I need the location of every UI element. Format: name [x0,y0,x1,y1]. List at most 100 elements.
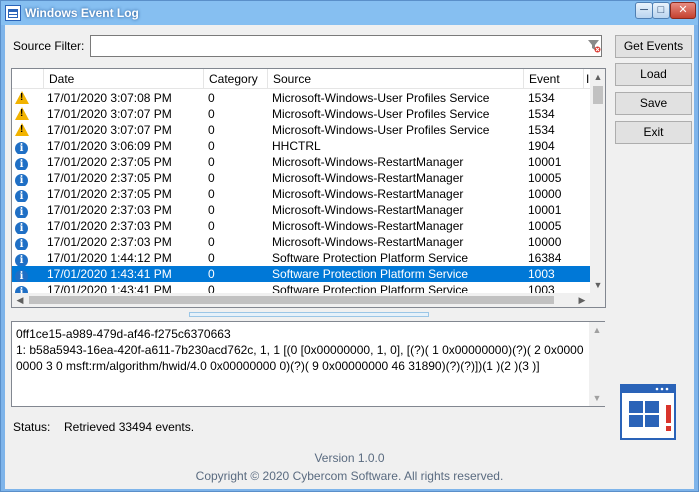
row-date: 17/01/2020 2:37:03 PM [47,203,172,217]
table-row[interactable]: i 17/01/2020 2:37:05 PM 0 Microsoft-Windows… [12,154,590,170]
row-category: 0 [208,235,215,249]
info-icon: i [15,234,29,250]
row-source: Microsoft-Windows-User Profiles Service [272,107,490,121]
row-source: Microsoft-Windows-RestartManager [272,155,464,169]
row-event: 1003 [528,267,555,281]
row-category: 0 [208,219,215,233]
row-category: 0 [208,155,215,169]
horizontal-scroll-thumb[interactable] [29,296,554,304]
minimize-button[interactable]: ─ [635,2,653,19]
info-icon: i [15,218,29,234]
table-row[interactable]: i 17/01/2020 2:37:05 PM 0 Microsoft-Windows… [12,170,590,186]
app-window: Windows Event Log ─ □ ✕ Source Filter: G… [0,0,699,492]
splitter-handle[interactable] [189,312,429,317]
source-filter-input[interactable] [90,35,602,57]
row-date: 17/01/2020 3:07:07 PM [47,123,172,137]
scroll-right-arrow-icon[interactable]: ▶ [574,293,590,307]
table-row[interactable]: i 17/01/2020 1:43:41 PM 0 Software Protecti… [12,266,590,282]
detail-scroll-up-arrow-icon[interactable]: ▲ [589,322,605,338]
table-row[interactable]: i 17/01/2020 2:37:05 PM 0 Microsoft-Windows… [12,186,590,202]
vertical-scroll-thumb[interactable] [593,86,603,104]
info-icon: i [15,154,29,170]
row-event: 10005 [528,171,562,185]
row-source: Microsoft-Windows-RestartManager [272,187,464,201]
row-category: 0 [208,107,215,121]
row-event: 10000 [528,235,562,249]
row-event: 1534 [528,91,555,105]
filter-clear-icon[interactable] [587,39,601,53]
table-row[interactable]: i 17/01/2020 2:37:03 PM 0 Microsoft-Windows… [12,218,590,234]
table-row[interactable]: i 17/01/2020 2:37:03 PM 0 Microsoft-Windows… [12,234,590,250]
detail-scroll-down-arrow-icon[interactable]: ▼ [589,390,605,406]
get-events-button[interactable]: Get Events [615,35,692,58]
table-row[interactable]: i 17/01/2020 1:44:12 PM 0 Software Protecti… [12,250,590,266]
copyright-text: Copyright © 2020 Cybercom Software. All … [195,469,504,483]
source-filter-label: Source Filter: [13,39,85,53]
status-label: Status: [13,420,51,434]
row-source: Microsoft-Windows-RestartManager [272,235,464,249]
column-header-category[interactable]: Category [204,69,268,89]
row-category: 0 [208,91,215,105]
row-category: 0 [208,139,215,153]
save-button[interactable]: Save [615,92,692,115]
list-horizontal-scrollbar[interactable]: ◀ ▶ [12,293,590,307]
table-row[interactable]: 17/01/2020 3:07:07 PM 0 Microsoft-Windows-… [12,106,590,122]
row-category: 0 [208,123,215,137]
table-row[interactable]: 17/01/2020 3:07:07 PM 0 Microsoft-Windows-… [12,122,590,138]
list-vertical-scrollbar[interactable]: ▲ ▼ [590,69,605,293]
row-source: Software Protection Platform Service [272,251,469,265]
scroll-down-arrow-icon[interactable]: ▼ [590,277,605,293]
detail-vertical-scrollbar[interactable]: ▲ ▼ [589,322,605,406]
status-text: Retrieved 33494 events. [64,420,195,434]
scroll-corner [590,293,605,307]
load-button[interactable]: Load [615,63,692,86]
column-header-event[interactable]: Event [524,69,584,89]
list-header: Date Category Source Event I [12,69,592,89]
row-date: 17/01/2020 2:37:03 PM [47,219,172,233]
row-category: 0 [208,251,215,265]
column-header-date[interactable]: Date [44,69,204,89]
row-event: 10005 [528,219,562,233]
row-category: 0 [208,171,215,185]
scroll-up-arrow-icon[interactable]: ▲ [590,69,605,85]
row-date: 17/01/2020 1:44:12 PM [47,251,172,265]
window-title: Windows Event Log [25,6,139,20]
row-event: 1534 [528,107,555,121]
minimize-icon: ─ [640,4,648,16]
row-source: Microsoft-Windows-RestartManager [272,171,464,185]
event-list[interactable]: Date Category Source Event I 17/01/2020 … [11,68,606,308]
row-event: 1904 [528,139,555,153]
maximize-button[interactable]: □ [652,2,670,19]
table-row[interactable]: i 17/01/2020 2:37:03 PM 0 Microsoft-Windows… [12,202,590,218]
event-log-app-icon [620,384,676,440]
scroll-left-arrow-icon[interactable]: ◀ [12,293,28,307]
table-row[interactable]: i 17/01/2020 3:06:09 PM 0 HHCTRL 1904 [12,138,590,154]
row-category: 0 [208,203,215,217]
exit-button[interactable]: Exit [615,121,692,144]
column-header-icon[interactable] [12,69,44,89]
warning-icon [15,122,29,138]
table-row[interactable]: 17/01/2020 3:07:08 PM 0 Microsoft-Windows-… [12,90,590,106]
close-icon: ✕ [678,4,688,16]
warning-icon [15,106,29,122]
info-icon: i [15,186,29,202]
row-category: 0 [208,267,215,281]
row-source: Microsoft-Windows-RestartManager [272,219,464,233]
row-event: 10001 [528,155,562,169]
row-category: 0 [208,187,215,201]
info-icon: i [15,170,29,186]
close-button[interactable]: ✕ [670,2,696,19]
client-area: Source Filter: Get Events Load Save Exit… [5,25,694,489]
row-source: Microsoft-Windows-User Profiles Service [272,123,490,137]
app-icon[interactable] [5,5,21,21]
row-event: 16384 [528,251,562,265]
row-date: 17/01/2020 1:43:41 PM [47,267,172,281]
list-rows: 17/01/2020 3:07:08 PM 0 Microsoft-Windows-… [12,90,590,296]
event-detail-box[interactable]: 0ff1ce15-a989-479d-af46-f275c6370663 1: … [11,321,605,407]
row-event: 10001 [528,203,562,217]
info-icon: i [15,250,29,266]
column-header-source[interactable]: Source [268,69,524,89]
row-date: 17/01/2020 2:37:05 PM [47,171,172,185]
title-bar[interactable]: Windows Event Log ─ □ ✕ [1,1,698,25]
row-source: Microsoft-Windows-RestartManager [272,203,464,217]
